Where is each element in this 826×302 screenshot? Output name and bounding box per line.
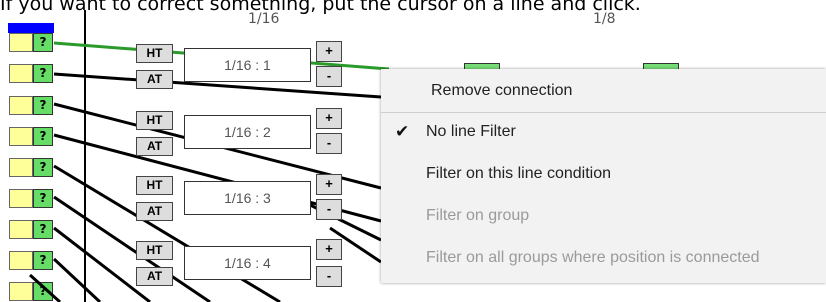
minus-button[interactable]: - bbox=[316, 199, 342, 220]
away-team-button[interactable]: AT bbox=[136, 267, 173, 286]
minus-button[interactable]: - bbox=[316, 133, 342, 154]
menu-item-filter-on-group: Filter on group bbox=[381, 197, 826, 235]
minus-button[interactable]: - bbox=[316, 266, 342, 287]
away-team-button[interactable]: AT bbox=[136, 202, 173, 221]
checkmark-icon: ✔ bbox=[395, 122, 410, 141]
home-team-button[interactable]: HT bbox=[136, 111, 173, 130]
menu-item-label: Filter on group bbox=[426, 207, 530, 224]
menu-item-filter-line-condition[interactable]: Filter on this line condition bbox=[381, 155, 826, 193]
minus-button[interactable]: - bbox=[316, 66, 342, 87]
menu-item-label: No line Filter bbox=[426, 123, 516, 140]
menu-item-label: Remove connection bbox=[431, 82, 573, 99]
connection-line bbox=[52, 257, 102, 302]
connection-line bbox=[53, 226, 151, 302]
menu-item-filter-all-groups: Filter on all groups where position is c… bbox=[381, 239, 826, 277]
plus-button[interactable]: + bbox=[316, 41, 342, 62]
away-team-button[interactable]: AT bbox=[136, 137, 173, 156]
away-team-button[interactable]: AT bbox=[136, 70, 173, 89]
plus-button[interactable]: + bbox=[316, 108, 342, 129]
match-name-box[interactable]: 1/16 : 4 bbox=[184, 246, 311, 280]
home-team-button[interactable]: HT bbox=[136, 241, 173, 260]
menu-item-no-line-filter[interactable]: ✔ No line Filter bbox=[381, 113, 826, 151]
match-name-box[interactable]: 1/16 : 1 bbox=[184, 48, 311, 82]
menu-item-label: Filter on all groups where position is c… bbox=[426, 249, 760, 266]
home-team-button[interactable]: HT bbox=[136, 44, 173, 63]
connection-line bbox=[28, 273, 62, 302]
menu-item-remove-connection[interactable]: Remove connection bbox=[381, 72, 826, 110]
home-team-button[interactable]: HT bbox=[136, 176, 173, 195]
plus-button[interactable]: + bbox=[316, 239, 342, 260]
plus-button[interactable]: + bbox=[316, 174, 342, 195]
menu-item-label: Filter on this line condition bbox=[426, 165, 611, 182]
match-name-box[interactable]: 1/16 : 3 bbox=[184, 181, 311, 215]
match-name-box[interactable]: 1/16 : 2 bbox=[184, 115, 311, 149]
context-menu: Remove connection ✔ No line Filter Filte… bbox=[381, 69, 826, 283]
